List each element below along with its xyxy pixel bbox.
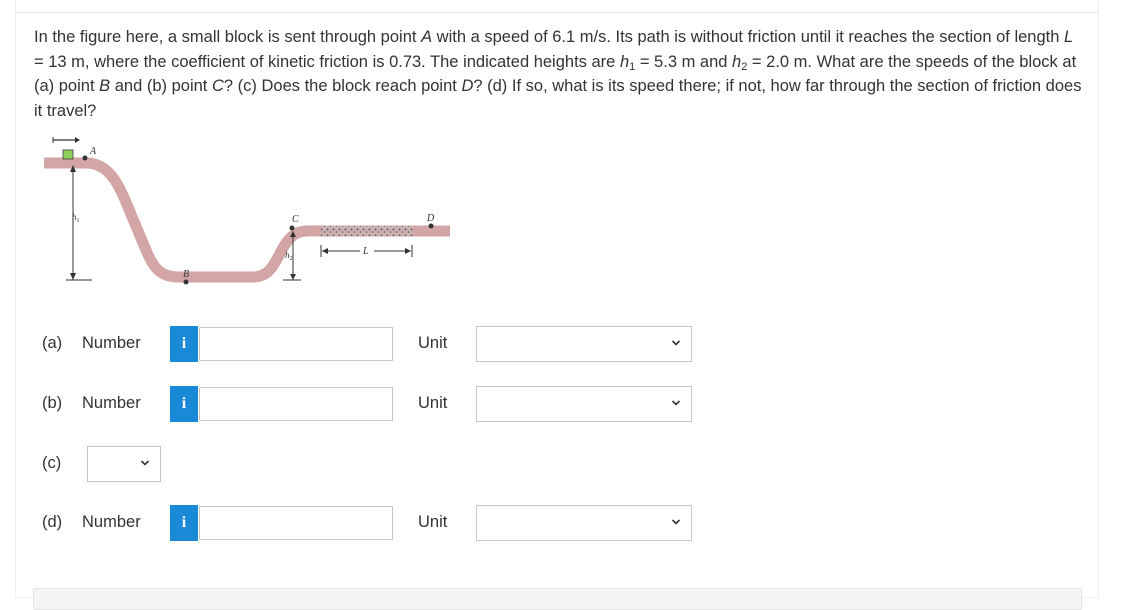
unit-select-a[interactable] [476,326,692,362]
point-b [183,279,189,285]
block [62,149,74,160]
part-tag-b: (b) [42,394,63,412]
unit-label-a: Unit [418,334,448,352]
info-button-b[interactable]: i [170,386,198,422]
label-l: L [362,246,369,257]
unit-label-d: Unit [418,513,448,531]
number-input-d[interactable] [199,506,393,540]
friction-section [321,226,413,236]
chevron-down-icon [671,400,681,406]
part-tag-c: (c) [42,454,62,472]
label-a: A [89,146,97,157]
chevron-down-icon [140,460,150,466]
number-input-b[interactable] [199,387,393,421]
info-button-d[interactable]: i [170,505,198,541]
part-tag-a: (a) [42,334,63,352]
unit-select-b[interactable] [476,386,692,422]
info-button-a[interactable]: i [170,326,198,362]
number-label-a: Number [82,334,141,352]
chevron-down-icon [671,519,681,525]
divider [16,12,1098,13]
number-label-b: Number [82,394,141,412]
question-text: In the figure here, a small block is sen… [34,28,1082,120]
answer-row-c: (c) [0,446,1146,482]
next-section-box [33,588,1082,610]
label-d: D [426,213,435,224]
part-tag-d: (d) [42,513,63,531]
number-input-a[interactable] [199,327,393,361]
number-label-d: Number [82,513,141,531]
answer-row-d: (d) Number i Unit [0,505,1146,541]
track [44,157,450,283]
reach-d-select[interactable] [87,446,161,482]
label-c: C [292,214,299,225]
track-figure: A B C D h1 h2 L [44,137,450,285]
answer-row-a: (a) Number i Unit [0,326,1146,362]
point-c [289,225,295,231]
unit-label-b: Unit [418,394,448,412]
unit-select-d[interactable] [476,505,692,541]
point-d [428,223,434,229]
chevron-down-icon [671,340,681,346]
answer-row-b: (b) Number i Unit [0,386,1146,422]
label-h2: h2 [285,250,293,262]
point-a [82,155,88,161]
label-b: B [183,269,189,280]
